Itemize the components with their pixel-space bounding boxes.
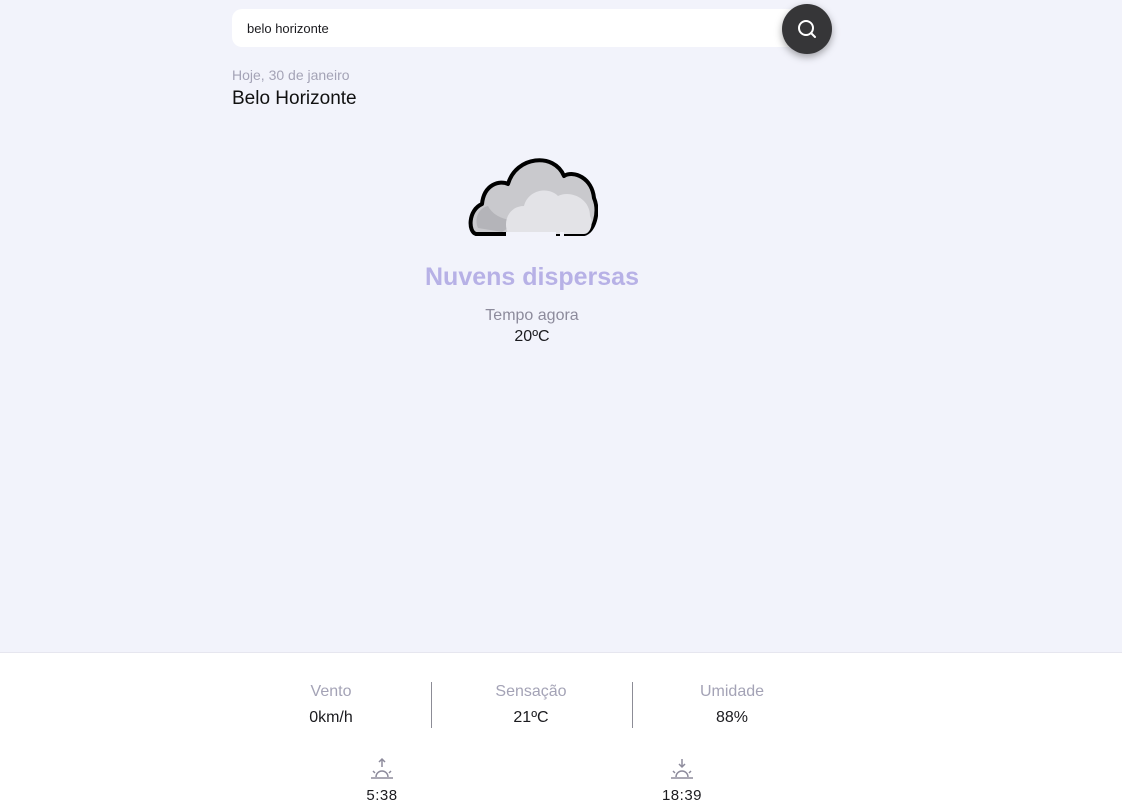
feels-like-value: 21ºC [513, 709, 549, 726]
humidity-stat: Umidade 88% [632, 683, 832, 727]
search-icon [798, 20, 816, 38]
feels-like-stat: Sensação 21ºC [431, 683, 631, 727]
sunrise-time: 5:38 [366, 787, 398, 804]
search-input[interactable] [247, 20, 767, 36]
now-label: Tempo agora [485, 307, 579, 324]
date-label: Hoje, 30 de janeiro [232, 67, 350, 83]
wind-label: Vento [310, 683, 352, 700]
weather-page: Hoje, 30 de janeiro Belo Horizonte Nuven… [0, 0, 1122, 809]
search-bar [232, 9, 820, 47]
wind-value: 0km/h [309, 709, 353, 726]
sunrise-icon [371, 757, 393, 779]
humidity-value: 88% [715, 709, 749, 726]
current-temperature: 20ºC [514, 328, 550, 345]
sunset-time: 18:39 [661, 787, 703, 804]
wind-stat: Vento 0km/h [231, 683, 431, 727]
sunset-icon [671, 759, 693, 779]
scattered-clouds-icon [468, 158, 598, 238]
city-name: Belo Horizonte [232, 88, 357, 109]
feels-like-label: Sensação [495, 683, 567, 700]
sunset: 18:39 [632, 757, 732, 804]
sunrise: 5:38 [332, 757, 432, 804]
search-button[interactable] [782, 4, 832, 54]
weather-condition: Nuvens dispersas [425, 263, 639, 291]
humidity-label: Umidade [699, 683, 765, 700]
details-panel: Vento 0km/h Sensação 21ºC Umidade 88% 5:… [0, 652, 1122, 809]
